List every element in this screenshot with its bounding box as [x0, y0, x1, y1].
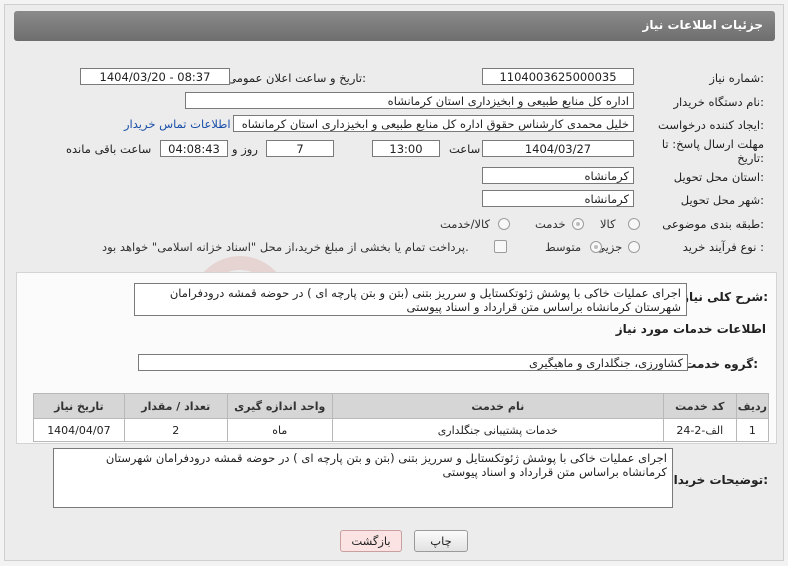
category-option-goods-service: کالا/خدمت [440, 217, 491, 231]
buyer-org-label: نام دستگاه خریدار: [673, 95, 764, 109]
remaining-time-label: ساعت باقی مانده [66, 142, 152, 156]
service-group-label: گروه خدمت: [684, 357, 758, 371]
page-header: جزئیات اطلاعات نیاز [14, 11, 775, 41]
deadline-time-field: 13:00 [372, 140, 440, 157]
col-quantity: تعداد / مقدار [123, 393, 228, 419]
category-radio-goods-service[interactable] [498, 218, 510, 230]
services-table: ردیف کد خدمت نام خدمت واحد اندازه گیری ت… [33, 393, 770, 442]
category-option-service: خدمت [535, 217, 566, 231]
cell-need-date: 1404/04/07 [33, 418, 125, 442]
province-label: استان محل تحویل: [673, 170, 764, 184]
col-service-name: نام خدمت [331, 393, 664, 419]
process-type-label: نوع فرآیند خرید : [682, 240, 764, 254]
need-number-label: شماره نیاز: [709, 71, 764, 85]
services-section-title: اطلاعات خدمات مورد نیاز [615, 322, 766, 336]
treasury-payment-checkbox[interactable] [494, 240, 507, 253]
summary-textarea[interactable]: اجرای عملیات خاکی با پوشش ژئوتکستایل و س… [134, 283, 687, 316]
page-title: جزئیات اطلاعات نیاز [642, 18, 763, 32]
deadline-time-label: ساعت [449, 142, 481, 156]
table-row: 1 الف-2-24 خدمات پشتیبانی جنگلداری ماه 2… [33, 418, 770, 442]
cell-unit: ماه [226, 418, 333, 442]
category-label: طبقه بندی موضوعی: [662, 217, 764, 231]
category-radio-goods[interactable] [628, 218, 640, 230]
city-field: کرمانشاه [482, 190, 634, 207]
col-unit: واحد اندازه گیری [226, 393, 333, 419]
service-group-field: کشاورزی، جنگلداری و ماهیگیری [138, 354, 688, 371]
buyer-contact-link[interactable]: اطلاعات تماس خریدار [124, 117, 231, 131]
deadline-date-field: 1404/03/27 [482, 140, 634, 157]
treasury-payment-note: پرداخت تمام یا بخشی از مبلغ خرید،از محل … [102, 240, 469, 254]
deadline-label: مهلت ارسال پاسخ: تا [661, 137, 764, 151]
print-button[interactable]: چاپ [414, 530, 468, 552]
creator-label: ایجاد کننده درخواست: [658, 118, 764, 132]
cell-row-number: 1 [735, 418, 770, 442]
need-number-field: 1104003625000035 [482, 68, 634, 85]
days-remaining-field: 7 [266, 140, 334, 157]
days-label: روز و [232, 142, 258, 156]
category-radio-service[interactable] [572, 218, 584, 230]
cell-service-name: خدمات پشتیبانی جنگلداری [331, 418, 664, 442]
province-field: کرمانشاه [482, 167, 634, 184]
process-radio-medium[interactable] [590, 241, 602, 253]
process-option-medium: متوسط [545, 240, 582, 254]
deadline-date-label: تاریخ: [737, 151, 764, 165]
process-radio-minor[interactable] [628, 241, 640, 253]
announce-date-label: تاریخ و ساعت اعلان عمومی: [227, 71, 366, 85]
cell-service-code: الف-2-24 [662, 418, 737, 442]
col-row-number: ردیف [735, 393, 770, 419]
back-button[interactable]: بازگشت [340, 530, 402, 552]
summary-label: شرح کلی نیاز: [682, 290, 768, 304]
category-option-goods: کالا [600, 217, 616, 231]
buyer-org-field: اداره کل منابع طبیعی و ابخیزداری استان ک… [185, 92, 634, 109]
col-service-code: کد خدمت [662, 393, 737, 419]
remaining-time-field: 04:08:43 [160, 140, 228, 157]
buyer-notes-label: توضیحات خریدار: [666, 473, 768, 487]
creator-field: خلیل محمدی کارشناس حقوق اداره کل منابع ط… [233, 115, 634, 132]
announce-date-field: 1404/03/20 - 08:37 [80, 68, 230, 85]
buyer-notes-textarea[interactable]: اجرای عملیات خاکی با پوشش ژئوتکستایل و س… [53, 448, 673, 508]
cell-quantity: 2 [123, 418, 228, 442]
city-label: شهر محل تحویل: [680, 193, 764, 207]
table-header-row: ردیف کد خدمت نام خدمت واحد اندازه گیری ت… [33, 393, 770, 419]
col-need-date: تاریخ نیاز [33, 393, 125, 419]
